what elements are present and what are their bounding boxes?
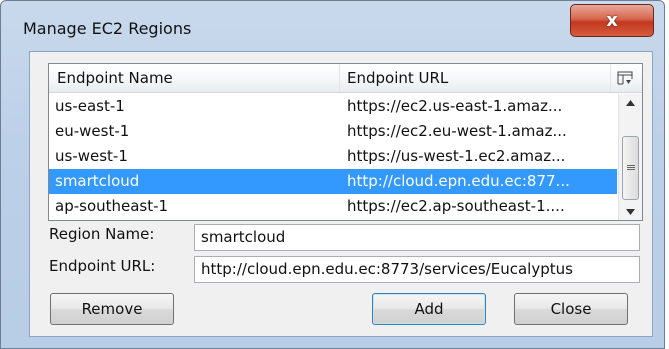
add-button[interactable]: Add — [372, 293, 486, 325]
scrollbar-thumb[interactable] — [622, 136, 639, 200]
column-chooser-icon[interactable] — [617, 71, 633, 85]
endpoint-url-cell: https://ec2.us-east-1.amaz... — [347, 97, 563, 115]
grip-icon — [627, 165, 635, 170]
endpoint-url-cell: https://us-west-1.ec2.amaz... — [347, 147, 566, 165]
remove-button[interactable]: Remove — [50, 293, 174, 325]
region-name-field[interactable]: smartcloud — [194, 224, 640, 251]
scroll-up-arrow[interactable] — [619, 94, 642, 111]
table-row[interactable]: us-west-1 https://us-west-1.ec2.amaz... — [49, 144, 617, 169]
column-header-endpoint-url[interactable]: Endpoint URL — [347, 64, 617, 93]
triangle-up-icon — [626, 99, 635, 106]
endpoint-name-cell: us-west-1 — [55, 147, 128, 165]
close-button[interactable]: Close — [514, 293, 628, 325]
dialog-window: Manage EC2 Regions x Endpoint Name Endpo… — [0, 0, 665, 349]
window-close-button[interactable]: x — [570, 4, 654, 37]
dialog-content: Endpoint Name Endpoint URL us-east-1 htt… — [29, 51, 653, 337]
endpoint-url-cell: http://cloud.epn.edu.ec:877... — [347, 172, 570, 190]
column-divider[interactable] — [339, 64, 340, 92]
endpoint-url-cell: https://ec2.ap-southeast-1.... — [347, 197, 565, 215]
vertical-scrollbar[interactable] — [618, 94, 642, 220]
table-row[interactable]: us-east-1 https://ec2.us-east-1.amaz... — [49, 94, 617, 119]
window-title: Manage EC2 Regions — [23, 19, 192, 38]
endpoint-url-label: Endpoint URL: — [49, 257, 156, 275]
table-row[interactable]: ap-southeast-1 https://ec2.ap-southeast-… — [49, 194, 617, 219]
endpoints-table[interactable]: Endpoint Name Endpoint URL us-east-1 htt… — [48, 63, 643, 221]
region-name-label: Region Name: — [49, 225, 155, 243]
triangle-down-icon — [626, 208, 635, 215]
endpoint-url-cell: https://ec2.eu-west-1.amaz... — [347, 122, 567, 140]
endpoint-name-cell: ap-southeast-1 — [55, 197, 169, 215]
endpoint-url-field[interactable]: http://cloud.epn.edu.ec:8773/services/Eu… — [194, 256, 640, 283]
scroll-down-arrow[interactable] — [619, 203, 642, 220]
column-divider[interactable] — [610, 64, 611, 92]
endpoint-name-cell: us-east-1 — [55, 97, 125, 115]
table-row[interactable]: eu-west-1 https://ec2.eu-west-1.amaz... — [49, 119, 617, 144]
table-header: Endpoint Name Endpoint URL — [49, 64, 642, 93]
table-body: us-east-1 https://ec2.us-east-1.amaz... … — [49, 94, 617, 219]
endpoint-name-cell: eu-west-1 — [55, 122, 130, 140]
close-icon: x — [606, 10, 618, 31]
column-header-endpoint-name[interactable]: Endpoint Name — [57, 64, 337, 93]
table-row-selected[interactable]: smartcloud http://cloud.epn.edu.ec:877..… — [49, 169, 617, 194]
endpoint-name-cell: smartcloud — [55, 172, 140, 190]
